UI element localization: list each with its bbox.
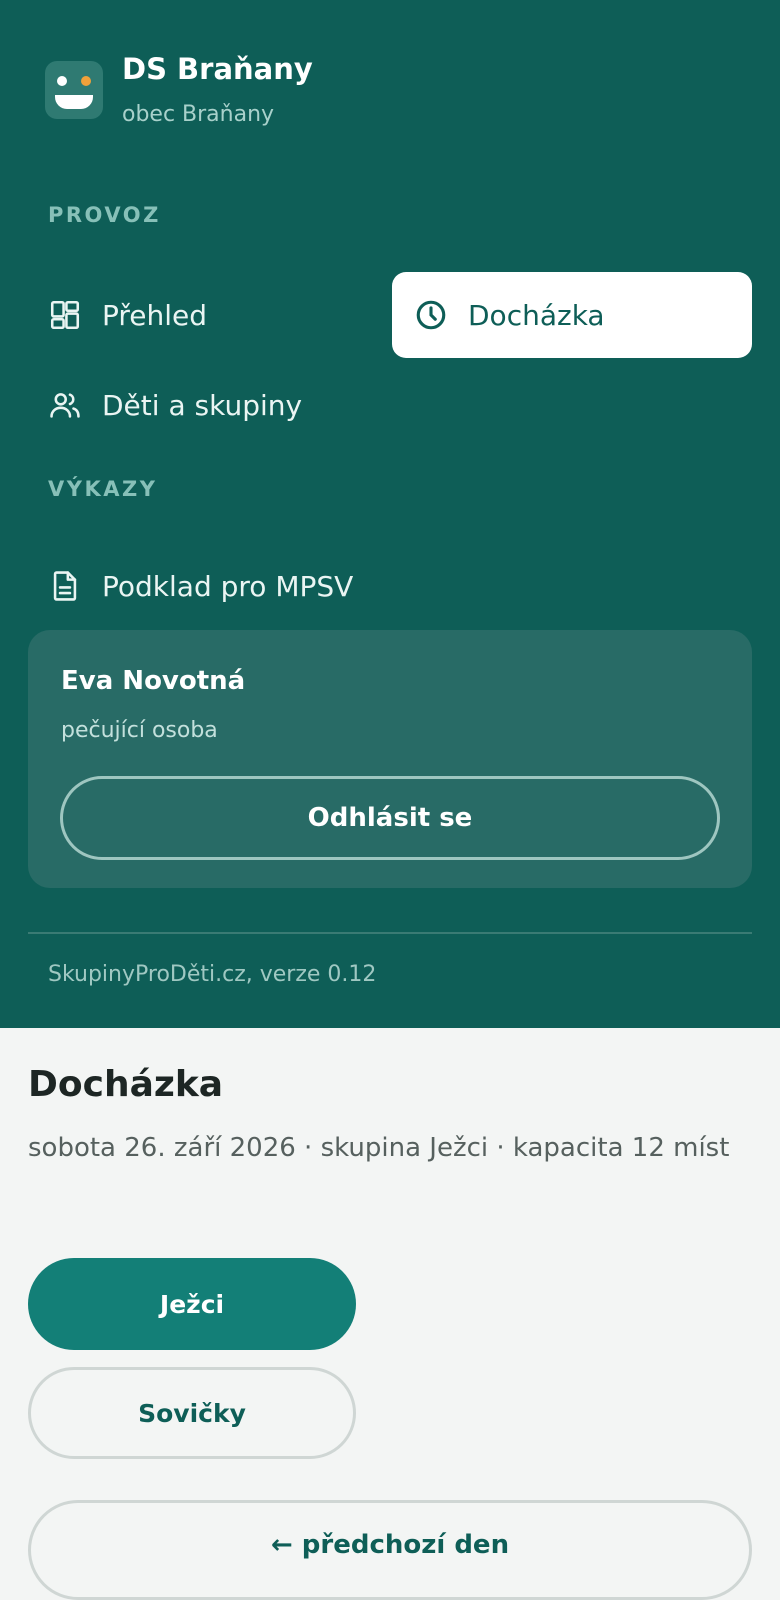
section-label-provoz: PROVOZ — [48, 203, 161, 227]
users-icon — [50, 393, 80, 418]
nav-item-label: Podklad pro MPSV — [102, 569, 354, 603]
nav-item-label: Děti a skupiny — [102, 388, 303, 422]
sidebar: DS Braňany obec Braňany PROVOZ Přehled D… — [0, 0, 780, 1028]
clock-icon — [416, 300, 446, 330]
user-role: pečující osoba — [61, 718, 218, 743]
nav-item-label: Přehled — [102, 298, 208, 332]
dashboard-icon — [50, 300, 80, 330]
brand-logo — [45, 61, 103, 119]
group-button-sovicky[interactable]: Sovičky — [28, 1367, 356, 1459]
page-subtitle: sobota 26. září 2026 · skupina Ježci · k… — [28, 1133, 730, 1163]
logout-button[interactable]: Odhlásit se — [60, 776, 720, 860]
group-button-jezci[interactable]: Ježci — [28, 1258, 356, 1350]
nav-item-podklad-mpsv[interactable]: Podklad pro MPSV — [48, 543, 448, 629]
brand-name: DS Braňany — [122, 52, 313, 86]
nav-item-prehled[interactable]: Přehled — [48, 272, 378, 358]
document-icon — [53, 571, 77, 601]
version-text: SkupinyProDěti.cz, verze 0.12 — [48, 962, 377, 987]
nav-item-label: Docházka — [468, 298, 605, 332]
section-label-vykazy: VÝKAZY — [48, 477, 158, 501]
logo-mouth — [55, 95, 93, 109]
previous-day-button[interactable]: ← předchozí den — [28, 1500, 752, 1600]
brand-subtitle: obec Braňany — [122, 102, 275, 127]
nav-item-deti-a-skupiny[interactable]: Děti a skupiny — [48, 362, 448, 448]
logo-eye-right — [81, 76, 91, 86]
nav-item-dochazka[interactable]: Docházka — [392, 272, 752, 358]
user-card: Eva Novotná pečující osoba Odhlásit se — [28, 630, 752, 888]
logo-eye-left — [57, 76, 67, 86]
sidebar-divider — [28, 932, 752, 934]
page-title: Docházka — [28, 1064, 224, 1105]
user-name: Eva Novotná — [61, 666, 246, 696]
